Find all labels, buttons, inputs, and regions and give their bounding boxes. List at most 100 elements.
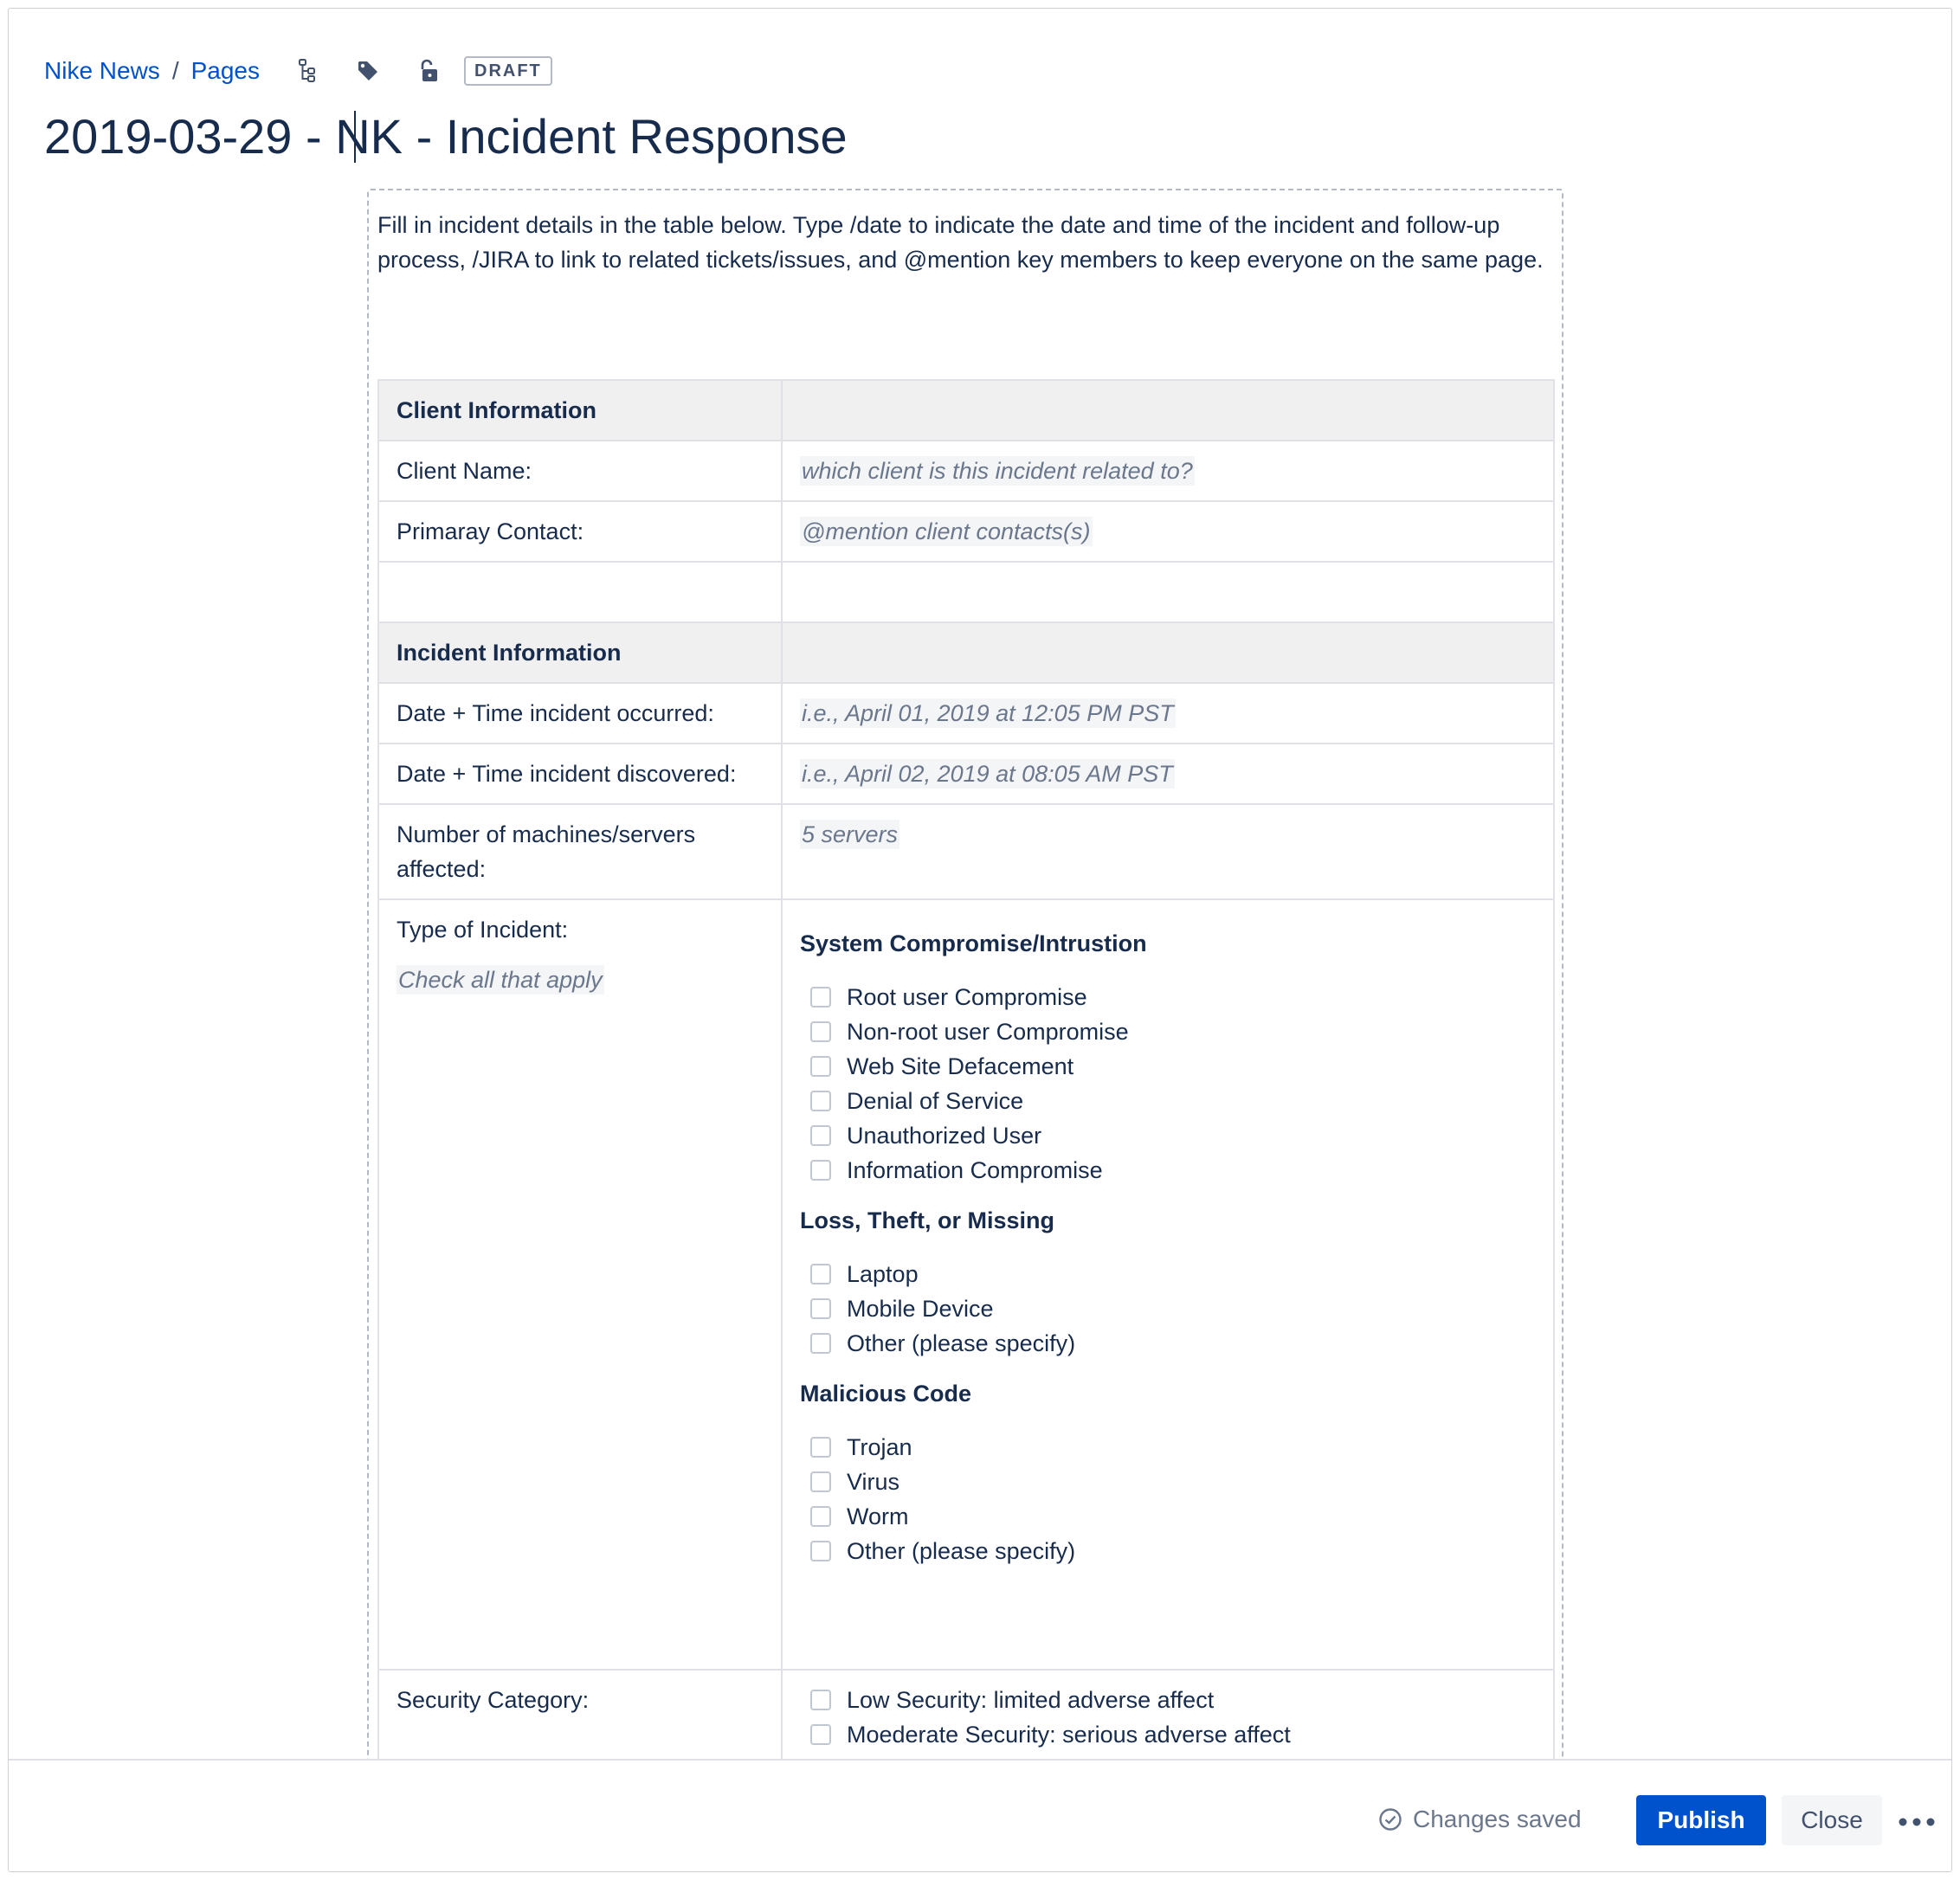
table-row: Date + Time incident discovered: i.e., A… xyxy=(377,743,1555,805)
checkbox[interactable] xyxy=(810,1541,831,1561)
machines-label[interactable]: Number of machines/servers affected: xyxy=(377,803,783,900)
primary-contact-label[interactable]: Primaray Contact: xyxy=(377,500,783,563)
page-title[interactable]: 2019-03-29 - NK - Incident Response xyxy=(44,102,1083,171)
checkbox[interactable] xyxy=(810,1056,831,1077)
occurred-label[interactable]: Date + Time incident occurred: xyxy=(377,682,783,744)
machines-cell[interactable]: 5 servers xyxy=(781,803,1555,900)
checkbox-label: Moederate Security: serious adverse affe… xyxy=(847,1722,1291,1748)
checkbox-label: Laptop xyxy=(847,1261,919,1287)
empty-cell[interactable] xyxy=(781,561,1555,623)
header-empty-cell[interactable] xyxy=(781,621,1555,684)
checkbox-item[interactable]: Other (please specify) xyxy=(800,1326,1536,1361)
checkbox-item[interactable]: Low Security: limited adverse affect xyxy=(800,1683,1536,1717)
checkbox-label: Web Site Defacement xyxy=(847,1053,1074,1079)
checkbox[interactable] xyxy=(810,1506,831,1527)
checkbox-label: Other (please specify) xyxy=(847,1538,1076,1564)
table-row: Primaray Contact: @mention client contac… xyxy=(377,500,1555,563)
checkbox[interactable] xyxy=(810,1125,831,1146)
client-name-placeholder[interactable]: which client is this incident related to… xyxy=(800,455,1195,486)
checkbox-label: Denial of Service xyxy=(847,1088,1024,1114)
close-button[interactable]: Close xyxy=(1782,1795,1882,1845)
occurred-cell[interactable]: i.e., April 01, 2019 at 12:05 PM PST xyxy=(781,682,1555,744)
checkbox-item[interactable]: Web Site Defacement xyxy=(800,1049,1536,1084)
checkbox[interactable] xyxy=(810,1437,831,1458)
checkbox-item[interactable]: Denial of Service xyxy=(800,1084,1536,1118)
checkbox-label: Root user Compromise xyxy=(847,984,1087,1010)
client-information-header[interactable]: Client Information xyxy=(377,379,783,441)
checkbox-item[interactable]: Other (please specify) xyxy=(800,1534,1536,1568)
checkbox-item[interactable]: Unauthorized User xyxy=(800,1118,1536,1153)
machines-placeholder[interactable]: 5 servers xyxy=(800,820,900,849)
restrictions-lock-icon[interactable] xyxy=(416,58,442,84)
checkbox[interactable] xyxy=(810,1298,831,1319)
checkbox[interactable] xyxy=(810,1690,831,1710)
incident-information-header[interactable]: Incident Information xyxy=(377,621,783,684)
discovered-cell[interactable]: i.e., April 02, 2019 at 08:05 AM PST xyxy=(781,743,1555,805)
breadcrumb-space-link[interactable]: Nike News xyxy=(44,57,160,85)
checkbox-item[interactable]: Trojan xyxy=(800,1430,1536,1465)
checkbox[interactable] xyxy=(810,1160,831,1181)
checkbox[interactable] xyxy=(810,1724,831,1745)
checkbox-item[interactable]: Virus xyxy=(800,1465,1536,1499)
checkbox[interactable] xyxy=(810,1333,831,1354)
check-circle-icon xyxy=(1379,1808,1402,1831)
client-name-label[interactable]: Client Name: xyxy=(377,440,783,502)
table-row: Number of machines/servers affected: 5 s… xyxy=(377,803,1555,900)
table-row: Client Information xyxy=(377,379,1555,441)
checkbox-label: Trojan xyxy=(847,1434,912,1460)
client-name-cell[interactable]: which client is this incident related to… xyxy=(781,440,1555,502)
checkbox[interactable] xyxy=(810,1091,831,1111)
checkbox[interactable] xyxy=(810,987,831,1008)
checkbox-item[interactable]: Non-root user Compromise xyxy=(800,1014,1536,1049)
table-row: Client Name: which client is this incide… xyxy=(377,440,1555,502)
table-row: Date + Time incident occurred: i.e., Apr… xyxy=(377,682,1555,744)
discovered-label[interactable]: Date + Time incident discovered: xyxy=(377,743,783,805)
table-row: Incident Information xyxy=(377,621,1555,684)
save-status: Changes saved xyxy=(1378,1806,1582,1833)
checkbox-label: Mobile Device xyxy=(847,1296,994,1322)
checkbox-item[interactable]: Laptop xyxy=(800,1257,1536,1291)
discovered-placeholder[interactable]: i.e., April 02, 2019 at 08:05 AM PST xyxy=(800,758,1175,789)
incident-type-options-cell[interactable]: System Compromise/Intrustion Root user C… xyxy=(781,898,1555,1671)
checkbox-label: Information Compromise xyxy=(847,1157,1103,1183)
occurred-placeholder[interactable]: i.e., April 01, 2019 at 12:05 PM PST xyxy=(800,698,1176,728)
incident-type-label-cell[interactable]: Type of Incident: Check all that apply xyxy=(377,898,783,1671)
checkbox-item[interactable]: Moederate Security: serious adverse affe… xyxy=(800,1717,1536,1752)
breadcrumb-pages-link[interactable]: Pages xyxy=(191,57,260,85)
editor-footer: Changes saved Publish Close xyxy=(9,1759,1951,1871)
text-cursor xyxy=(354,111,356,163)
group-title: Malicious Code xyxy=(800,1381,972,1407)
publish-button[interactable]: Publish xyxy=(1636,1795,1766,1845)
breadcrumb-separator: / xyxy=(171,57,179,84)
checkbox-label: Virus xyxy=(847,1469,900,1495)
page-tree-icon[interactable] xyxy=(294,58,320,84)
more-options-icon[interactable] xyxy=(1896,1809,1939,1835)
primary-contact-placeholder[interactable]: @mention client contacts(s) xyxy=(800,516,1093,546)
status-badge: DRAFT xyxy=(464,56,552,86)
group-title: System Compromise/Intrustion xyxy=(800,930,1147,956)
label-tag-icon[interactable] xyxy=(355,58,381,84)
checkbox-label: Other (please specify) xyxy=(847,1330,1076,1356)
table-row xyxy=(377,561,1555,623)
primary-contact-cell[interactable]: @mention client contacts(s) xyxy=(781,500,1555,563)
template-container: Fill in incident details in the table be… xyxy=(367,189,1563,1870)
incident-type-label: Type of Incident: xyxy=(397,917,569,943)
checkbox[interactable] xyxy=(810,1471,831,1492)
checkbox-item[interactable]: Information Compromise xyxy=(800,1153,1536,1188)
checkbox-label: Low Security: limited adverse affect xyxy=(847,1687,1215,1713)
template-instructions: Fill in incident details in the table be… xyxy=(377,212,1544,273)
save-status-text: Changes saved xyxy=(1413,1806,1582,1832)
empty-cell[interactable] xyxy=(377,561,783,623)
checkbox-item[interactable]: Root user Compromise xyxy=(800,980,1536,1014)
checkbox-label: Unauthorized User xyxy=(847,1123,1042,1149)
checkbox-label: Worm xyxy=(847,1503,909,1529)
checkbox-label: Non-root user Compromise xyxy=(847,1019,1129,1045)
checkbox-item[interactable]: Mobile Device xyxy=(800,1291,1536,1326)
header-empty-cell[interactable] xyxy=(781,379,1555,441)
checkbox[interactable] xyxy=(810,1021,831,1042)
checkbox[interactable] xyxy=(810,1264,831,1284)
check-all-note[interactable]: Check all that apply xyxy=(397,965,604,995)
table-row: Type of Incident: Check all that apply S… xyxy=(377,898,1555,1671)
checkbox-item[interactable]: Worm xyxy=(800,1499,1536,1534)
editor-window: Nike News / Pages DRAFT 2019-03-29 - NK … xyxy=(8,8,1952,1872)
